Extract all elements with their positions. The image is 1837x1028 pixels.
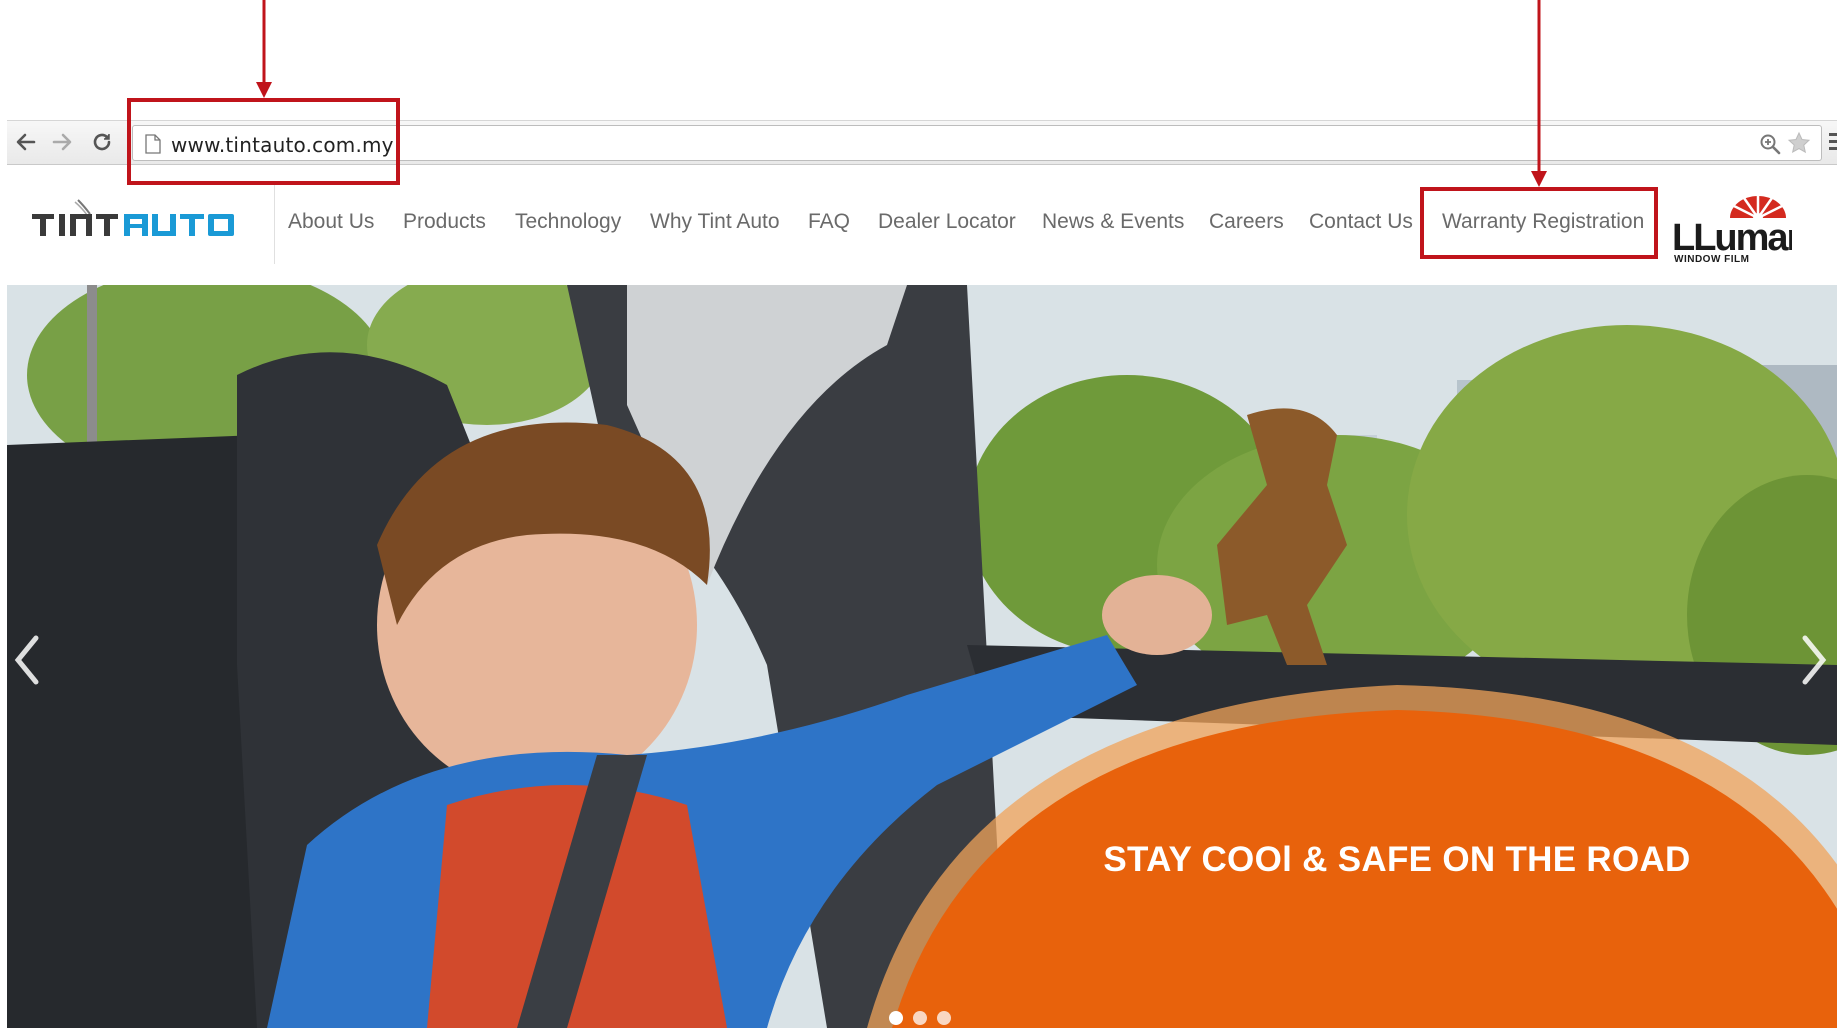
- slider-dot-1[interactable]: [889, 1011, 903, 1025]
- hero-image: [7, 285, 1837, 1028]
- reload-icon: [93, 133, 111, 151]
- menu-icon[interactable]: [1829, 130, 1837, 154]
- svg-text:WINDOW FILM: WINDOW FILM: [1674, 254, 1749, 264]
- annotation-arrow-url: [256, 0, 272, 98]
- annotation-box-warranty: [1420, 187, 1658, 259]
- slider-prev-icon[interactable]: [12, 630, 42, 690]
- back-button[interactable]: [11, 127, 41, 157]
- nav-news-events[interactable]: News & Events: [1042, 210, 1184, 234]
- reload-button[interactable]: [87, 127, 117, 157]
- nav-technology[interactable]: Technology: [515, 210, 621, 234]
- nav-products[interactable]: Products: [403, 210, 486, 234]
- nav-dealer-locator[interactable]: Dealer Locator: [878, 210, 1016, 234]
- nav-careers[interactable]: Careers: [1209, 210, 1284, 234]
- hero-tagline: STAY COOl & SAFE ON THE ROAD: [1103, 840, 1691, 879]
- nav-why-tint-auto[interactable]: Why Tint Auto: [650, 210, 780, 234]
- zoom-icon[interactable]: [1759, 133, 1781, 155]
- forward-button[interactable]: [47, 127, 77, 157]
- slider-dots: [889, 1011, 951, 1025]
- forward-arrow-icon: [52, 133, 72, 151]
- nav-contact-us[interactable]: Contact Us: [1309, 210, 1413, 234]
- llumar-logo[interactable]: LLumar WINDOW FILM: [1672, 196, 1792, 264]
- hero-slider: STAY COOl & SAFE ON THE ROAD: [7, 285, 1837, 1028]
- annotation-arrow-warranty: [1531, 0, 1547, 187]
- back-arrow-icon: [16, 133, 36, 151]
- slider-dot-2[interactable]: [913, 1011, 927, 1025]
- slider-next-icon[interactable]: [1799, 630, 1829, 690]
- bookmark-star-icon[interactable]: [1787, 131, 1811, 155]
- svg-text:LLumar: LLumar: [1672, 217, 1792, 259]
- nav-faq[interactable]: FAQ: [808, 210, 850, 234]
- annotation-box-url: [127, 98, 400, 185]
- slider-dot-3[interactable]: [937, 1011, 951, 1025]
- nav-about-us[interactable]: About Us: [288, 210, 374, 234]
